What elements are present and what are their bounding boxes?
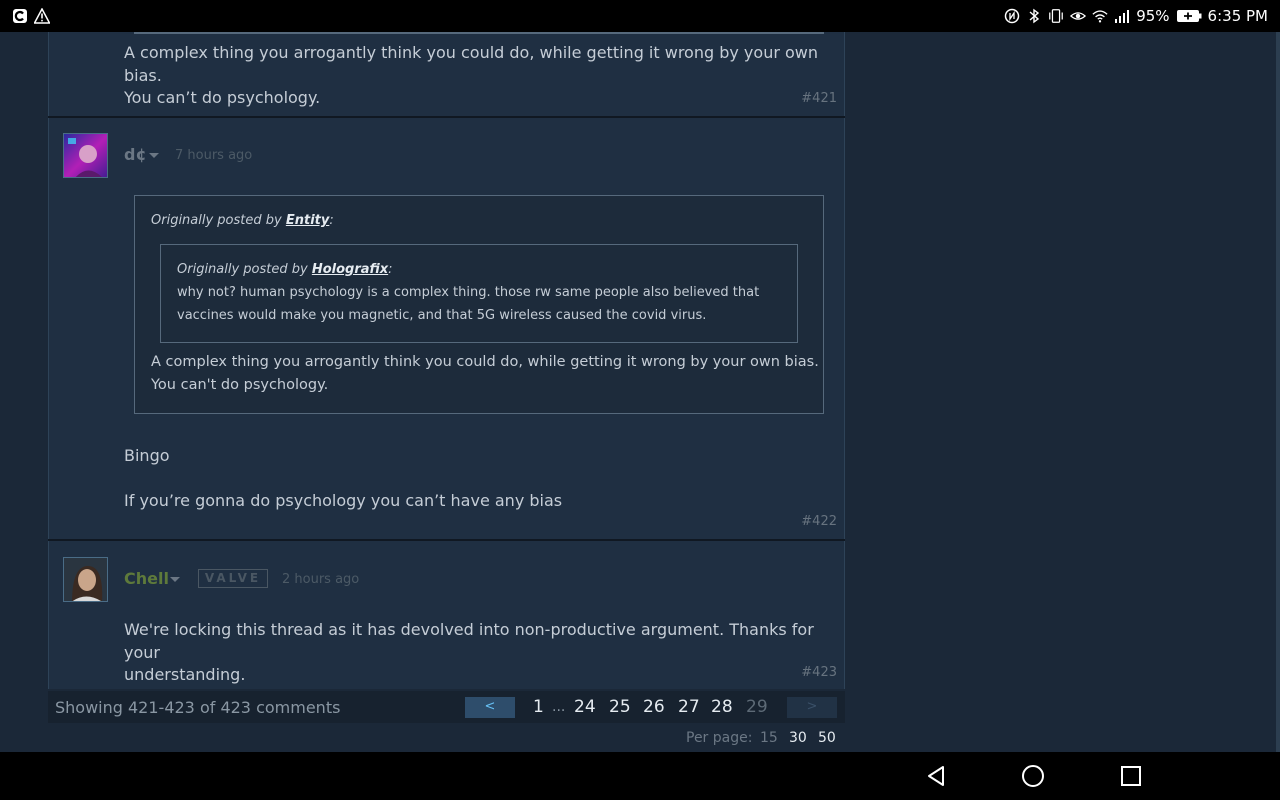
comment-number[interactable]: #421 <box>801 91 837 106</box>
quote-box: Originally posted by Entity: Originally … <box>134 195 824 414</box>
chevron-down-icon[interactable] <box>149 153 159 158</box>
quote-author-link[interactable]: Holografix <box>312 262 388 277</box>
chevron-down-icon[interactable] <box>170 577 180 582</box>
next-page-button[interactable]: > <box>787 697 837 718</box>
current-page: 29 <box>746 697 768 717</box>
quote-line: A complex thing you arrogantly think you… <box>151 354 819 370</box>
warning-icon <box>34 6 50 26</box>
page-link[interactable]: 24 <box>574 697 596 717</box>
pagination-summary: Showing 421-423 of 423 comments <box>55 698 341 717</box>
nested-quote-box: Originally posted by Holografix: why not… <box>160 244 798 343</box>
vibrate-icon <box>1048 6 1064 26</box>
wifi-icon <box>1092 6 1108 26</box>
page-link[interactable]: 25 <box>609 697 631 717</box>
comment-423: Chell VALVE 2 hours ago We're locking th… <box>48 541 845 689</box>
author-name[interactable]: d¢ <box>124 145 147 164</box>
back-icon[interactable] <box>924 764 948 788</box>
quote-suffix: : <box>388 262 393 277</box>
bluetooth-icon <box>1026 6 1042 26</box>
comment-timestamp: 2 hours ago <box>282 572 360 587</box>
page-link[interactable]: 27 <box>678 697 700 717</box>
recents-icon[interactable] <box>1119 764 1143 788</box>
quote-prefix: Originally posted by <box>177 262 312 277</box>
battery-icon <box>1176 6 1202 26</box>
navigation-bar <box>0 752 1280 800</box>
quote-line: You can't do psychology. <box>151 377 329 393</box>
signal-icon <box>1114 6 1130 26</box>
comment-line: We're locking this thread as it has devo… <box>124 620 814 662</box>
avatar[interactable] <box>63 133 108 178</box>
per-page-option[interactable]: 50 <box>818 730 836 746</box>
comment-422: d¢ 7 hours ago Originally posted by Enti… <box>48 118 845 540</box>
home-icon[interactable] <box>1021 764 1045 788</box>
comment-timestamp: 7 hours ago <box>175 148 253 163</box>
page-link[interactable]: 26 <box>643 697 665 717</box>
nested-quote-text: why not? human psychology is a complex t… <box>177 281 759 327</box>
comment-421: A complex thing you arrogantly think you… <box>48 32 845 117</box>
quote-suffix: : <box>329 213 334 228</box>
quote-box-bottom-edge <box>134 32 824 34</box>
quote-attribution: Originally posted by Entity: <box>151 213 334 228</box>
comment-body: We're locking this thread as it has devo… <box>124 619 834 687</box>
avatar[interactable] <box>63 557 108 602</box>
page-link[interactable]: 28 <box>711 697 733 717</box>
comment-line: understanding. <box>124 665 246 684</box>
comment-line: A complex thing you arrogantly think you… <box>124 43 819 85</box>
pagination-bar: Showing 421-423 of 423 comments < 1 ... … <box>48 691 845 723</box>
page-ellipsis: ... <box>552 699 566 715</box>
comment-body-line: Bingo <box>124 446 170 465</box>
author-name[interactable]: Chell <box>124 569 169 588</box>
clock: 6:35 PM <box>1207 7 1268 25</box>
quote-line: vaccines would make you magnetic, and th… <box>177 308 707 323</box>
quote-line: why not? human psychology is a complex t… <box>177 285 760 300</box>
nfc-icon <box>1004 6 1020 26</box>
quote-prefix: Originally posted by <box>151 213 286 228</box>
battery-percent: 95% <box>1136 7 1170 25</box>
per-page-option[interactable]: 30 <box>789 730 807 746</box>
valve-badge: VALVE <box>198 569 268 588</box>
quote-author-link[interactable]: Entity <box>286 213 330 228</box>
per-page-label: Per page: <box>686 730 753 746</box>
quote-text: A complex thing you arrogantly think you… <box>151 351 819 397</box>
scrollbar[interactable] <box>1276 32 1280 752</box>
status-bar: 95% 6:35 PM <box>0 0 1280 32</box>
comment-number[interactable]: #423 <box>801 665 837 680</box>
c-app-icon <box>12 6 28 26</box>
prev-page-button[interactable]: < <box>465 697 515 718</box>
eye-comfort-icon <box>1070 6 1087 26</box>
nested-quote-attribution: Originally posted by Holografix: <box>177 262 393 277</box>
comment-line: You can’t do psychology. <box>124 88 321 107</box>
page-link[interactable]: 1 <box>533 697 544 717</box>
comment-body: A complex thing you arrogantly think you… <box>124 42 824 110</box>
per-page-option[interactable]: 15 <box>760 730 778 746</box>
comment-number[interactable]: #422 <box>801 514 837 529</box>
comment-body-line: If you’re gonna do psychology you can’t … <box>124 491 563 510</box>
